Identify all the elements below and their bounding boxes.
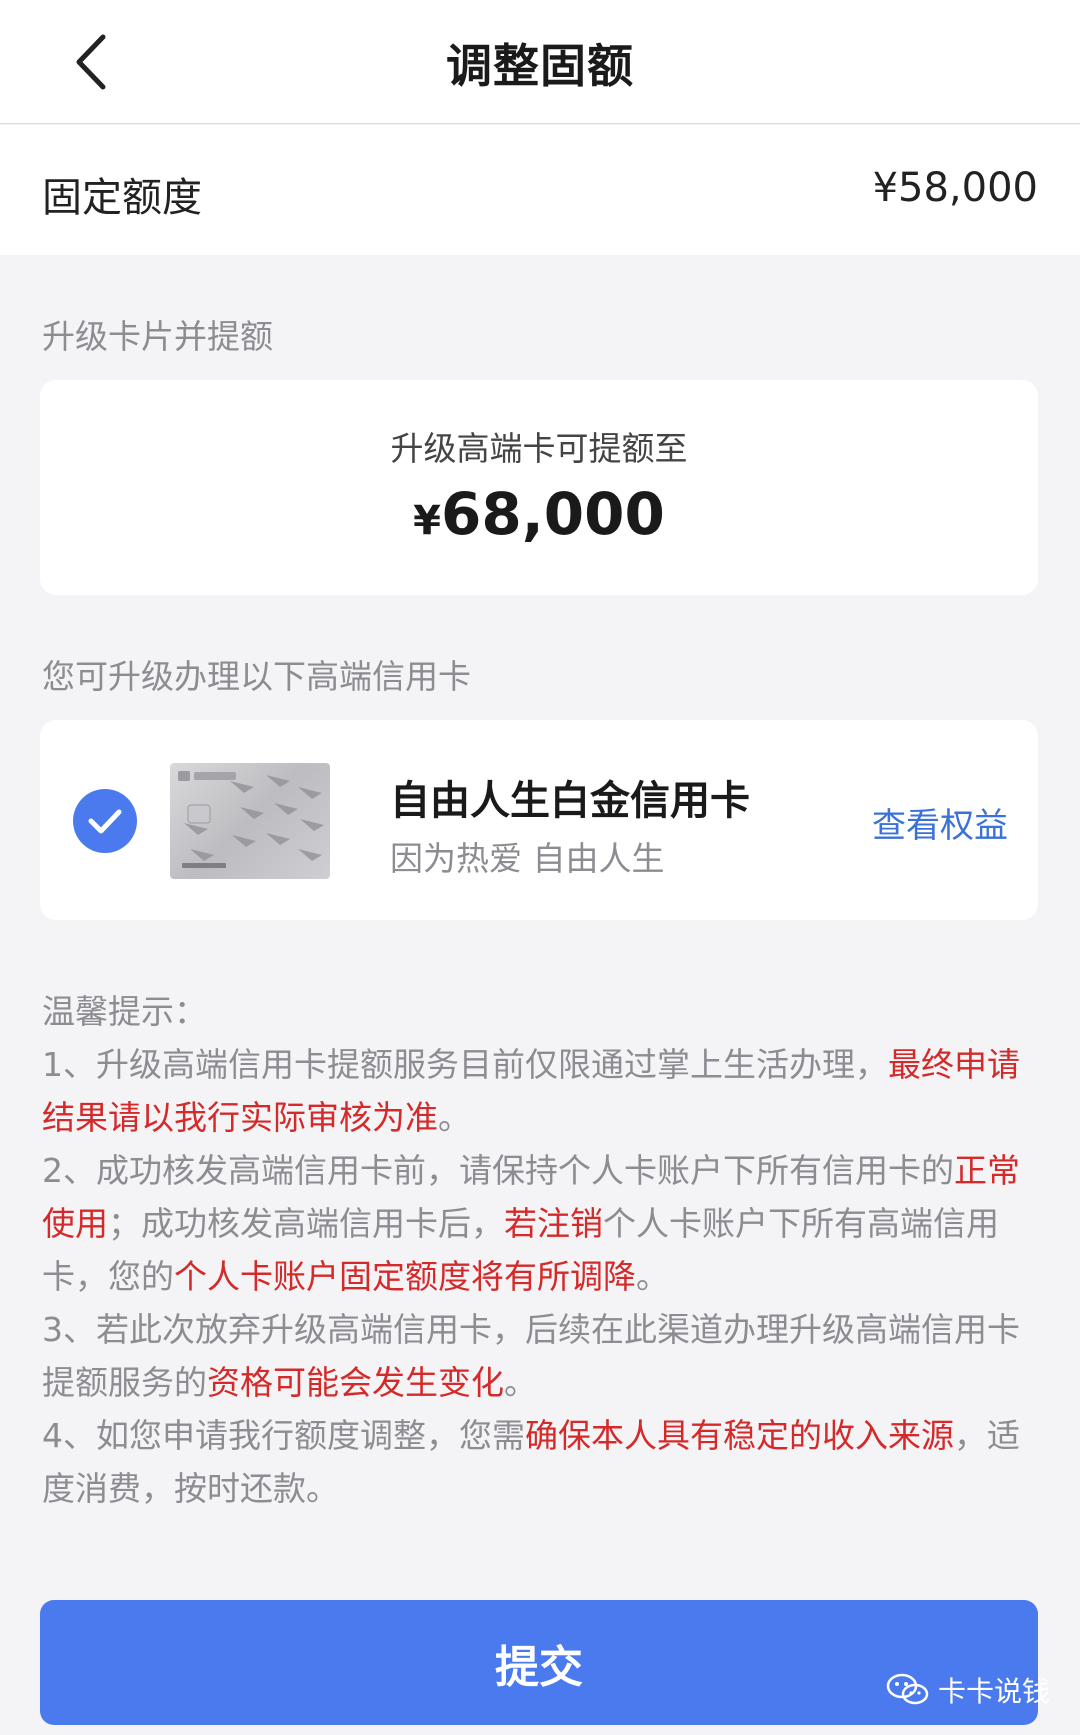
upgrade-subtitle: 升级高端卡可提额至 <box>390 429 688 468</box>
tip-highlight-text: 个人卡账户固定额度将有所调降 <box>174 1257 636 1296</box>
credit-card-image <box>170 763 330 879</box>
upgrade-amount-card: 升级高端卡可提额至 ¥68,000 <box>40 380 1038 595</box>
card-slogan: 因为热爱 自由人生 <box>390 839 665 878</box>
tip-item: 4、如您申请我行额度调整，您需确保本人具有稳定的收入来源，适度消费，按时还款。 <box>42 1409 1042 1515</box>
card-name: 自由人生白金信用卡 <box>390 778 750 824</box>
upgrade-amount-value: 68,000 <box>441 480 665 548</box>
watermark-text: 卡卡说钱 <box>938 1675 1051 1708</box>
tip-text: ；成功核发高端信用卡后， <box>108 1204 504 1243</box>
tip-item: 2、成功核发高端信用卡前，请保持个人卡账户下所有信用卡的正常使用；成功核发高端信… <box>42 1144 1042 1303</box>
nav-bar: 调整固额 <box>0 0 1080 124</box>
tip-highlight-text: 确保本人具有稳定的收入来源 <box>525 1416 954 1455</box>
upgrade-section-label: 升级卡片并提额 <box>42 317 273 356</box>
wechat-icon <box>886 1673 929 1705</box>
checkbox-checked[interactable] <box>73 789 137 853</box>
page-title: 调整固额 <box>446 39 634 93</box>
tips-list: 1、升级高端信用卡提额服务目前仅限通过掌上生活办理，最终申请结果请以我行实际审核… <box>42 1038 1042 1515</box>
upgrade-amount: ¥68,000 <box>40 480 1038 548</box>
tips-title: 温馨提示： <box>42 992 207 1031</box>
tip-item: 1、升级高端信用卡提额服务目前仅限通过掌上生活办理，最终申请结果请以我行实际审核… <box>42 1038 1042 1144</box>
card-option[interactable]: 自由人生白金信用卡 因为热爱 自由人生 查看权益 <box>40 720 1038 920</box>
tip-highlight-text: 若注销 <box>504 1204 603 1243</box>
tip-text: 2、成功核发高端信用卡前，请保持个人卡账户下所有信用卡的 <box>42 1151 954 1190</box>
tip-highlight-text: 资格可能会发生变化 <box>207 1363 504 1402</box>
tip-item: 3、若此次放弃升级高端信用卡，后续在此渠道办理升级高端信用卡提额服务的资格可能会… <box>42 1303 1042 1409</box>
currency-symbol: ¥ <box>413 498 441 544</box>
tip-text: 4、如您申请我行额度调整，您需 <box>42 1416 525 1455</box>
checkmark-icon <box>88 809 122 834</box>
tip-text: 1、升级高端信用卡提额服务目前仅限通过掌上生活办理， <box>42 1045 888 1084</box>
fixed-limit-row: 固定额度 ¥58,000 <box>0 125 1080 255</box>
watermark: 卡卡说钱 <box>886 1670 1050 1710</box>
card-section-label: 您可升级办理以下高端信用卡 <box>42 657 471 696</box>
tip-text: 。 <box>636 1257 669 1296</box>
fixed-limit-label: 固定额度 <box>42 175 202 221</box>
view-benefits-link[interactable]: 查看权益 <box>872 798 1008 847</box>
tips-section: 温馨提示： 1、升级高端信用卡提额服务目前仅限通过掌上生活办理，最终申请结果请以… <box>42 985 1042 1515</box>
tip-text: 。 <box>504 1363 537 1402</box>
tip-text: 。 <box>438 1098 471 1137</box>
fixed-limit-value: ¥58,000 <box>872 165 1038 211</box>
